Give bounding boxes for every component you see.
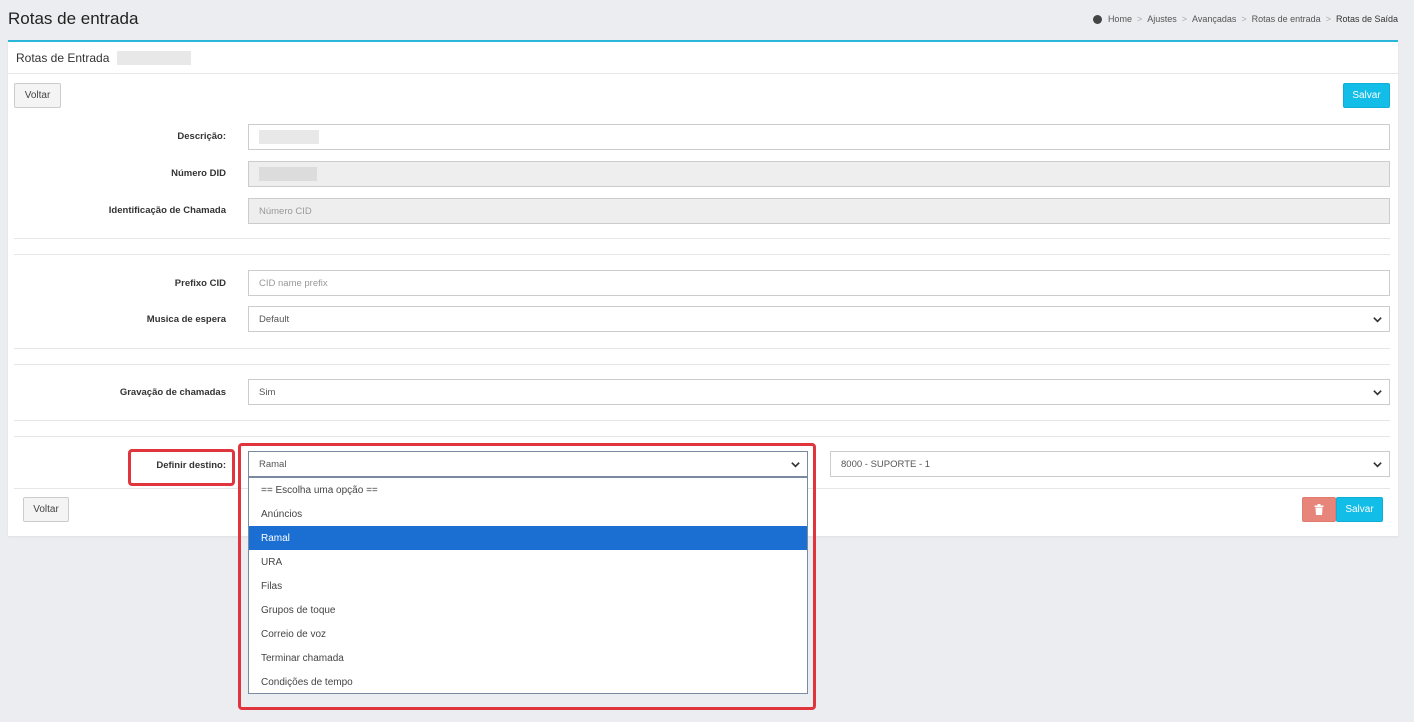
section-divider: [14, 238, 1390, 239]
prefixo-placeholder: CID name prefix: [259, 277, 328, 289]
breadcrumb-separator: >: [1181, 14, 1187, 24]
musica-select[interactable]: Default: [248, 306, 1390, 332]
section-divider: [14, 420, 1390, 421]
musica-label: Musica de espera: [146, 314, 226, 325]
gravacao-select[interactable]: Sim: [248, 379, 1390, 405]
save-button[interactable]: Salvar: [1343, 83, 1390, 108]
breadcrumb-separator: >: [1325, 14, 1331, 24]
breadcrumb: Home > Ajustes > Avançadas > Rotas de en…: [1092, 14, 1398, 24]
footer-back-button[interactable]: Voltar: [23, 497, 69, 522]
cid-placeholder: Número CID: [259, 205, 312, 217]
breadcrumb-home[interactable]: Home: [1108, 14, 1132, 24]
descricao-label: Descrição:: [177, 131, 226, 142]
gravacao-label: Gravação de chamadas: [119, 387, 226, 398]
musica-value: Default: [259, 313, 290, 325]
breadcrumb-rotas-entrada[interactable]: Rotas de entrada: [1252, 14, 1321, 24]
back-button[interactable]: Voltar: [14, 83, 61, 108]
chevron-down-icon: [1373, 462, 1382, 468]
footer-save-button[interactable]: Salvar: [1336, 497, 1383, 522]
gravacao-value: Sim: [259, 386, 276, 398]
destino-target-select[interactable]: 8000 - SUPORTE - 1: [830, 451, 1390, 477]
breadcrumb-separator: >: [1136, 14, 1143, 24]
descricao-input[interactable]: [248, 124, 1390, 150]
did-label: Número DID: [171, 168, 226, 179]
cid-label: Identificação de Chamada: [108, 205, 226, 216]
dashboard-icon: [1092, 14, 1102, 24]
destino-target-value: 8000 - SUPORTE - 1: [841, 458, 931, 470]
chevron-down-icon: [1373, 390, 1382, 396]
redacted-did: [259, 167, 317, 181]
cid-input: Número CID: [248, 198, 1390, 224]
breadcrumb-ajustes[interactable]: Ajustes: [1147, 14, 1177, 24]
breadcrumb-avancadas[interactable]: Avançadas: [1192, 14, 1236, 24]
panel-title: Rotas de Entrada: [16, 50, 110, 65]
delete-button[interactable]: [1302, 497, 1336, 522]
page-title: Rotas de entrada: [8, 9, 139, 28]
prefixo-label: Prefixo CID: [174, 278, 226, 289]
highlight-destino-label: [128, 449, 235, 486]
section-divider: [14, 254, 1390, 255]
section-divider: [14, 436, 1390, 437]
did-input: [248, 161, 1390, 187]
section-divider: [14, 364, 1390, 365]
prefixo-input[interactable]: CID name prefix: [248, 270, 1390, 296]
section-divider: [14, 348, 1390, 349]
highlight-destino-dropdown: [238, 443, 816, 710]
redacted-route-name: [117, 50, 192, 65]
panel-header: Rotas de Entrada: [8, 42, 1398, 74]
breadcrumb-separator: >: [1241, 14, 1247, 24]
trash-icon: [1314, 504, 1324, 515]
breadcrumb-rotas-saida[interactable]: Rotas de Saída: [1336, 14, 1398, 24]
chevron-down-icon: [1373, 317, 1382, 323]
redacted-description: [259, 130, 319, 144]
